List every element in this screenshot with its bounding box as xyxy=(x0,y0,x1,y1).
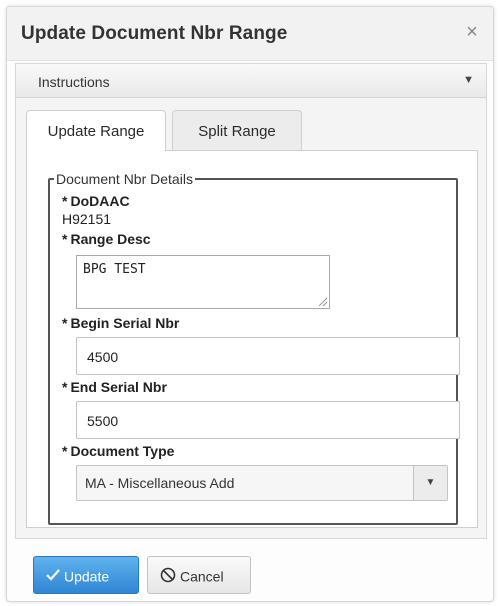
tab-update-range[interactable]: Update Range xyxy=(26,110,166,151)
instructions-label: Instructions xyxy=(38,74,110,90)
document-type-select[interactable]: MA - Miscellaneous Add ▼ xyxy=(76,465,448,501)
range-desc-textarea[interactable]: BPG TEST xyxy=(76,255,330,309)
tab-bar: Update Range Split Range xyxy=(26,110,478,151)
dodaac-label: * DoDAAC xyxy=(62,193,130,209)
range-desc-label: * Range Desc xyxy=(62,231,151,247)
instructions-accordion[interactable]: Instructions ▼ xyxy=(16,64,486,98)
dodaac-value: H92151 xyxy=(62,211,112,227)
close-icon[interactable]: × xyxy=(461,21,483,43)
cancel-button[interactable]: Cancel xyxy=(147,556,251,594)
update-button[interactable]: Update xyxy=(33,556,139,594)
range-desc-label-text: Range Desc xyxy=(70,231,151,247)
end-serial-input[interactable]: 5500 xyxy=(76,401,460,439)
dialog-footer: Update Cancel xyxy=(7,543,493,601)
chevron-down-icon: ▼ xyxy=(463,74,474,86)
document-nbr-details-fieldset: Document Nbr Details * DoDAAC H92151 * Ran… xyxy=(48,171,460,525)
cancel-circle-icon xyxy=(160,567,176,586)
document-type-value: MA - Miscellaneous Add xyxy=(85,475,235,491)
document-type-label: * Document Type xyxy=(62,443,174,459)
begin-serial-label-text: Begin Serial Nbr xyxy=(70,315,180,331)
begin-serial-input[interactable]: 4500 xyxy=(76,337,460,375)
end-serial-label: * End Serial Nbr xyxy=(62,379,167,395)
dialog-body: Instructions ▼ Update Range Split Range … xyxy=(15,63,487,539)
document-type-label-text: Document Type xyxy=(70,443,175,459)
required-marker: * xyxy=(62,193,68,209)
update-document-nbr-range-dialog: Update Document Nbr Range × Instructions… xyxy=(6,6,494,602)
checkmark-icon xyxy=(46,568,60,584)
begin-serial-label: * Begin Serial Nbr xyxy=(62,315,179,331)
required-marker: * xyxy=(62,379,68,395)
required-marker: * xyxy=(62,315,68,331)
tab-panel-update-range: Document Nbr Details * DoDAAC H92151 * Ran… xyxy=(26,150,478,528)
dodaac-label-text: DoDAAC xyxy=(70,193,130,209)
end-serial-label-text: End Serial Nbr xyxy=(70,379,167,395)
dialog-titlebar: Update Document Nbr Range × xyxy=(7,7,493,61)
resize-grip-icon[interactable] xyxy=(319,298,327,306)
range-desc-value: BPG TEST xyxy=(83,262,146,277)
dialog-title: Update Document Nbr Range xyxy=(21,23,288,44)
required-marker: * xyxy=(62,443,68,459)
cancel-button-label: Cancel xyxy=(180,568,224,585)
fieldset-legend: Document Nbr Details xyxy=(56,171,193,187)
tab-split-range[interactable]: Split Range xyxy=(172,110,302,150)
required-marker: * xyxy=(62,231,68,247)
update-button-label: Update xyxy=(64,568,110,585)
chevron-down-icon[interactable]: ▼ xyxy=(413,466,447,500)
